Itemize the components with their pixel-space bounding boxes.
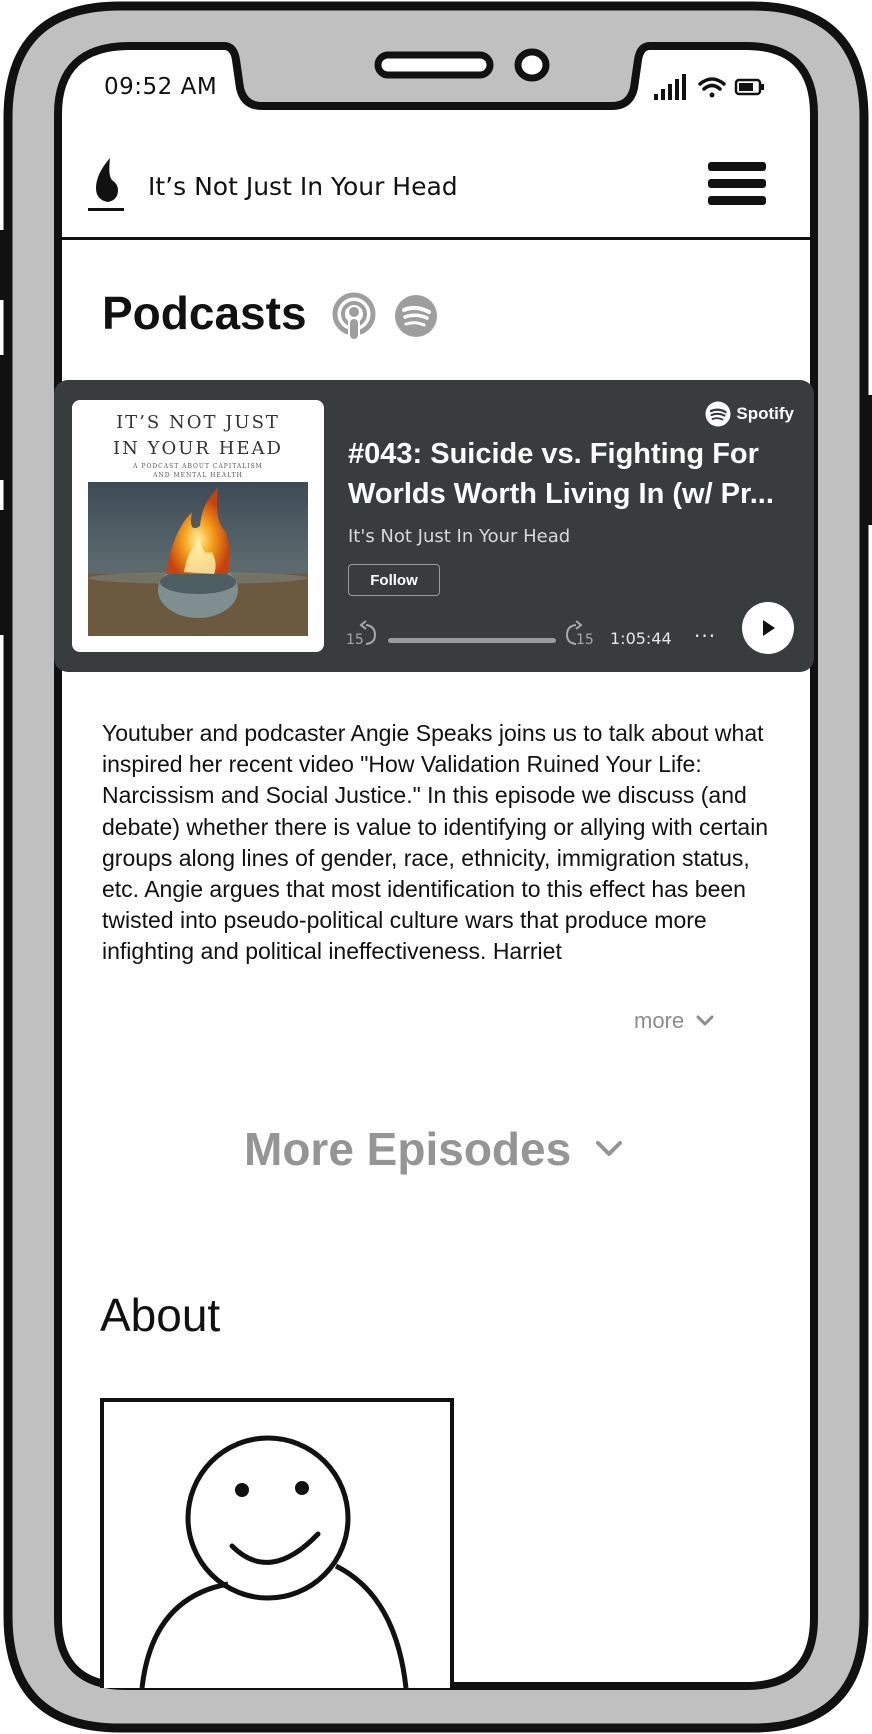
wifi-icon <box>698 77 726 98</box>
chevron-down-icon <box>596 1141 623 1156</box>
cover-subtitle-line: A PODCAST ABOUT CAPITALISM <box>133 463 263 470</box>
spotify-brand[interactable]: Spotify <box>705 400 794 428</box>
skip-forward-15-icon[interactable]: 15 <box>562 618 598 648</box>
follow-button[interactable]: Follow <box>348 564 440 596</box>
apple-podcasts-icon[interactable] <box>332 292 376 342</box>
podcasts-heading: Podcasts <box>102 287 307 339</box>
episode-cover-art[interactable]: IT’S NOT JUST IN YOUR HEAD A PODCAST ABO… <box>72 400 324 652</box>
avatar-placeholder-icon <box>100 1398 454 1688</box>
spotify-brand-label: Spotify <box>736 404 794 423</box>
episode-duration: 1:05:44 <box>610 629 672 648</box>
episode-title[interactable]: #043: Suicide vs. Fighting For Worlds Wo… <box>348 434 798 514</box>
page-root: 09:52 AM It’s Not Just In Your Head Podc… <box>0 0 872 1734</box>
menu-bar <box>708 196 766 205</box>
show-more-label: more <box>634 1008 685 1033</box>
signal-icon <box>654 74 686 100</box>
flame-logo-icon <box>88 158 124 211</box>
more-episodes-label: More Episodes <box>244 1123 572 1175</box>
cover-title-line: IN YOUR HEAD <box>113 438 283 459</box>
battery-icon <box>734 78 764 96</box>
skip-forward-label: 15 <box>576 632 594 648</box>
header-divider <box>56 237 814 240</box>
hamburger-menu-icon[interactable] <box>708 162 766 210</box>
play-button[interactable] <box>742 602 794 654</box>
spotify-logo-icon <box>705 401 731 427</box>
about-heading: About <box>100 1289 221 1341</box>
episode-description: Youtuber and podcaster Angie Speaks join… <box>102 720 769 965</box>
show-name[interactable]: It's Not Just In Your Head <box>348 526 570 547</box>
more-episodes-toggle[interactable]: More Episodes <box>244 1122 623 1176</box>
skip-back-label: 15 <box>346 632 364 648</box>
play-icon <box>763 620 775 636</box>
spotify-icon[interactable] <box>394 294 438 338</box>
menu-bar <box>708 179 766 188</box>
episode-title-line: #043: Suicide vs. Fighting For <box>348 438 759 470</box>
cover-subtitle-line: AND MENTAL HEALTH <box>153 472 243 479</box>
app-title: It’s Not Just In Your Head <box>148 172 458 201</box>
skip-back-15-icon[interactable]: 15 <box>344 618 380 648</box>
show-more-toggle[interactable]: more <box>634 1008 714 1034</box>
chevron-down-icon <box>696 1015 714 1026</box>
status-time: 09:52 AM <box>104 74 218 100</box>
status-icons <box>654 74 764 100</box>
more-options-icon[interactable]: ··· <box>694 626 724 646</box>
progress-bar[interactable] <box>388 638 556 643</box>
cover-title: IT’S NOT JUST IN YOUR HEAD <box>72 410 324 462</box>
menu-bar <box>708 162 766 171</box>
spotify-embed-player: IT’S NOT JUST IN YOUR HEAD A PODCAST ABO… <box>54 380 814 672</box>
cover-title-line: IT’S NOT JUST <box>116 412 280 433</box>
burning-globe-image <box>88 482 308 636</box>
cover-subtitle: A PODCAST ABOUT CAPITALISM AND MENTAL HE… <box>72 462 324 480</box>
episode-title-line: Worlds Worth Living In (w/ Pr... <box>348 478 774 510</box>
